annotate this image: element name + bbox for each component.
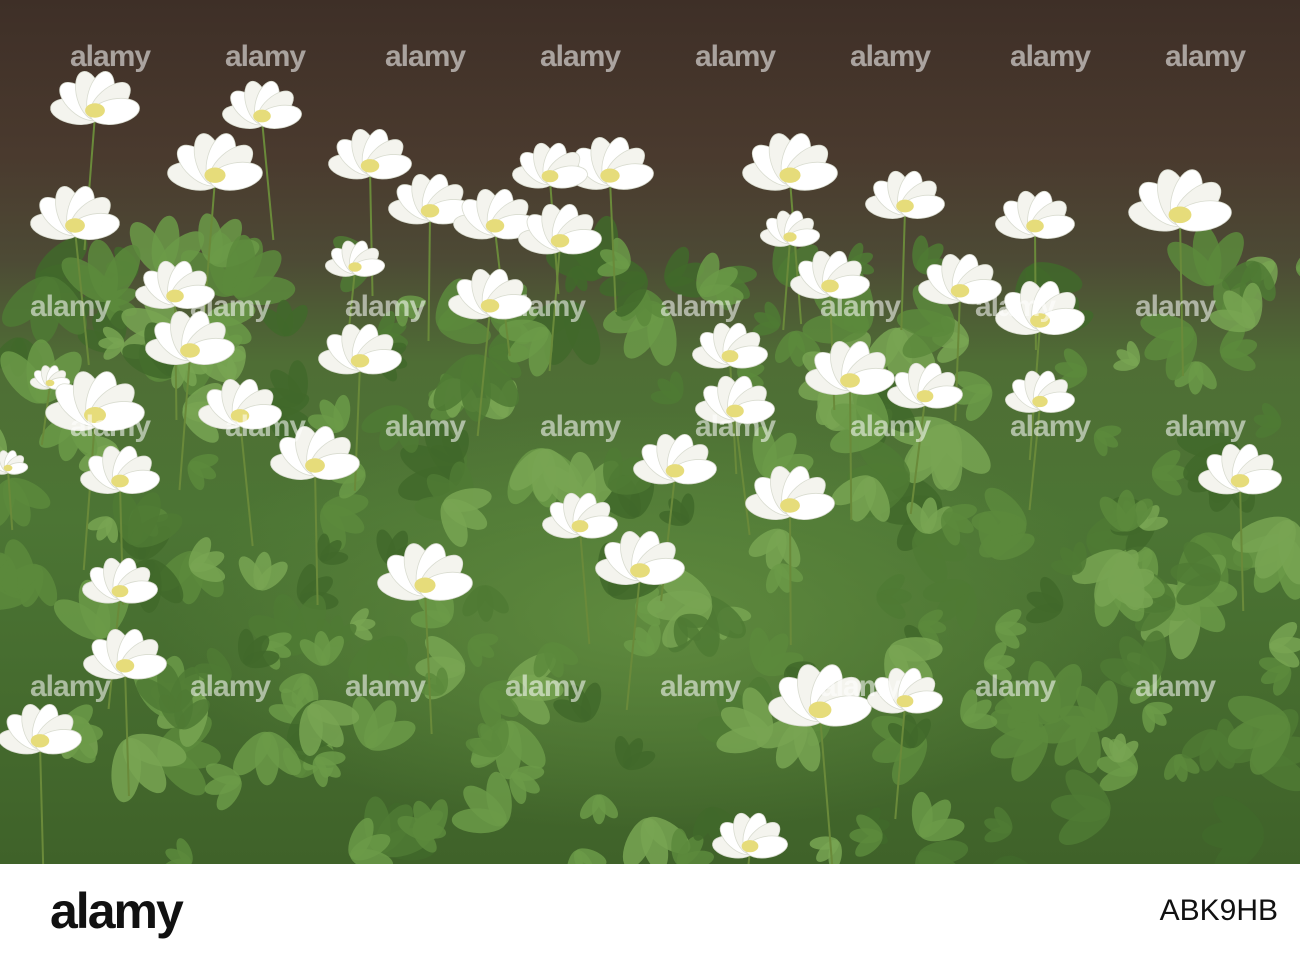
anemone-flower bbox=[695, 375, 775, 424]
leaf bbox=[659, 493, 695, 526]
stem bbox=[579, 529, 591, 645]
leaf bbox=[978, 855, 1044, 864]
leaf bbox=[566, 848, 607, 864]
leaf bbox=[1093, 425, 1122, 457]
stem bbox=[1028, 404, 1041, 511]
stem bbox=[849, 384, 853, 521]
leaf bbox=[1201, 795, 1264, 864]
leaf bbox=[319, 494, 369, 551]
leaf bbox=[1295, 249, 1300, 284]
anemone-flower bbox=[865, 170, 945, 219]
footer-bar: alamy ABK9HB bbox=[0, 864, 1300, 954]
anemone-flower bbox=[0, 703, 82, 755]
leaf bbox=[238, 551, 288, 591]
anemone-flower bbox=[518, 203, 602, 255]
anemone-flower bbox=[595, 531, 685, 586]
stem bbox=[427, 214, 431, 342]
leaf bbox=[1253, 403, 1282, 438]
stem bbox=[369, 169, 374, 297]
anemone-flower bbox=[633, 433, 717, 485]
leaf bbox=[614, 735, 656, 771]
anemone-flower bbox=[167, 133, 263, 191]
leaf bbox=[348, 639, 410, 689]
stem bbox=[239, 419, 254, 547]
anemone-flower bbox=[0, 450, 29, 475]
leaf bbox=[163, 838, 193, 864]
flower-photo bbox=[0, 0, 1300, 864]
stem bbox=[734, 414, 751, 536]
stem bbox=[39, 744, 45, 864]
anemone-flower bbox=[50, 71, 140, 126]
leaf bbox=[1113, 341, 1141, 371]
anemone-flower bbox=[759, 210, 821, 247]
image-id: ABK9HB bbox=[1159, 894, 1278, 927]
leaf bbox=[984, 806, 1013, 843]
stem bbox=[261, 119, 275, 241]
anemone-flower bbox=[328, 128, 412, 180]
leaf bbox=[0, 422, 8, 469]
anemone-flower bbox=[742, 133, 838, 191]
anemone-flower bbox=[1128, 169, 1232, 232]
anemone-flower bbox=[512, 142, 588, 189]
image-frame: alamy alamy alamy alamy alamy alamy alamy alamy… bbox=[0, 0, 1300, 954]
leaf bbox=[876, 574, 912, 620]
anemone-flower bbox=[448, 268, 532, 320]
anemone-flower bbox=[995, 190, 1075, 239]
alamy-logo: alamy bbox=[50, 883, 184, 939]
anemone-flower bbox=[222, 80, 302, 129]
stem bbox=[789, 509, 792, 646]
leaf bbox=[650, 371, 684, 405]
anemone-flower bbox=[30, 186, 120, 241]
leaf bbox=[579, 794, 619, 825]
leaf bbox=[1151, 449, 1188, 496]
leaf bbox=[849, 814, 883, 857]
flower-scene bbox=[0, 71, 1300, 864]
